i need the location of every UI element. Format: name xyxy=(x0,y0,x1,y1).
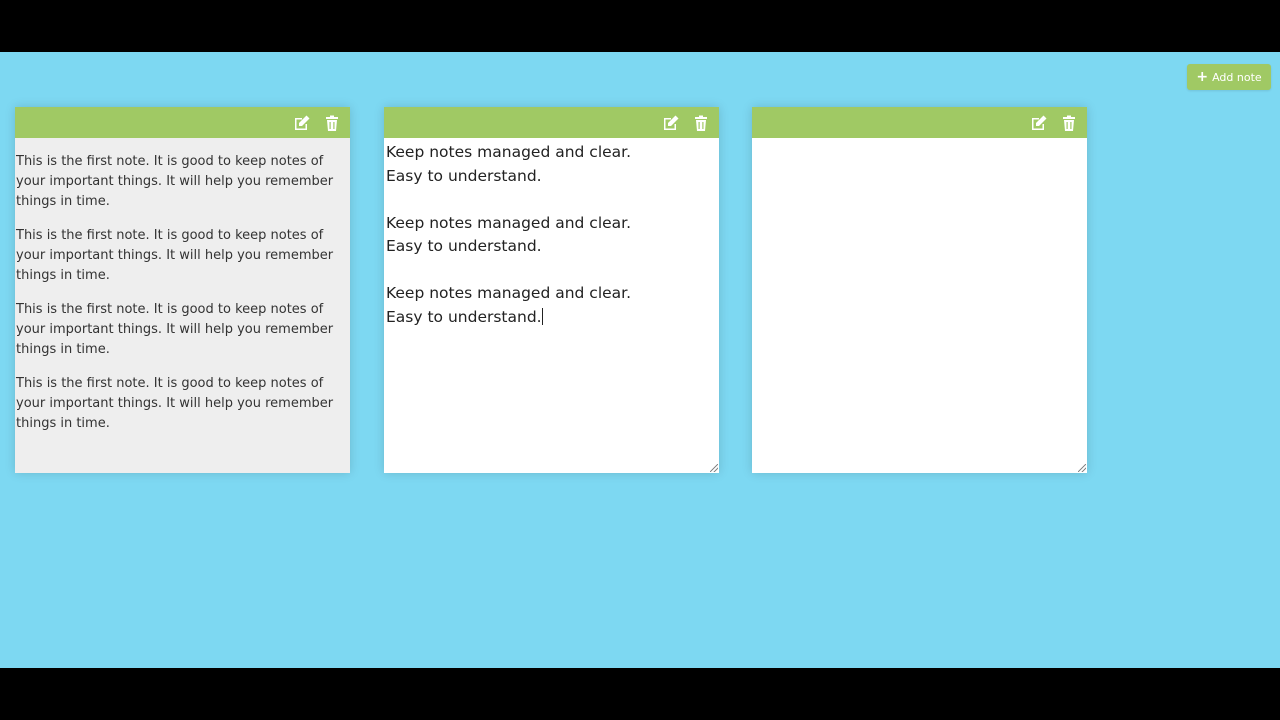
edit-icon[interactable] xyxy=(293,114,311,132)
note-paragraph: This is the first note. It is good to ke… xyxy=(16,376,334,431)
add-note-label: Add note xyxy=(1212,70,1262,84)
trash-icon[interactable] xyxy=(323,114,341,132)
note-textarea[interactable] xyxy=(752,138,1087,473)
note-card: Keep notes managed and clear. Easy to un… xyxy=(384,107,719,473)
note-text: Keep notes managed and clear. Easy to un… xyxy=(386,143,632,326)
note-paragraph: This is the first note. It is good to ke… xyxy=(16,228,334,283)
note-card: This is the first note. It is good to ke… xyxy=(15,107,350,473)
note-preview: This is the first note. It is good to ke… xyxy=(15,138,350,473)
note-paragraph: This is the first note. It is good to ke… xyxy=(16,302,334,357)
trash-icon[interactable] xyxy=(692,114,710,132)
note-textarea[interactable]: Keep notes managed and clear. Easy to un… xyxy=(384,138,719,473)
note-paragraph: This is the first note. It is good to ke… xyxy=(16,154,334,209)
resize-handle[interactable] xyxy=(1078,464,1086,472)
edit-icon[interactable] xyxy=(1030,114,1048,132)
note-toolbar xyxy=(752,107,1087,138)
note-toolbar xyxy=(15,107,350,138)
resize-handle[interactable] xyxy=(710,464,718,472)
app-background: + Add note This is the first note. It is… xyxy=(0,52,1280,668)
note-card xyxy=(752,107,1087,473)
edit-icon[interactable] xyxy=(662,114,680,132)
text-caret xyxy=(541,307,543,325)
plus-icon: + xyxy=(1196,69,1209,85)
trash-icon[interactable] xyxy=(1060,114,1078,132)
add-note-button[interactable]: + Add note xyxy=(1187,64,1271,90)
note-toolbar xyxy=(384,107,719,138)
